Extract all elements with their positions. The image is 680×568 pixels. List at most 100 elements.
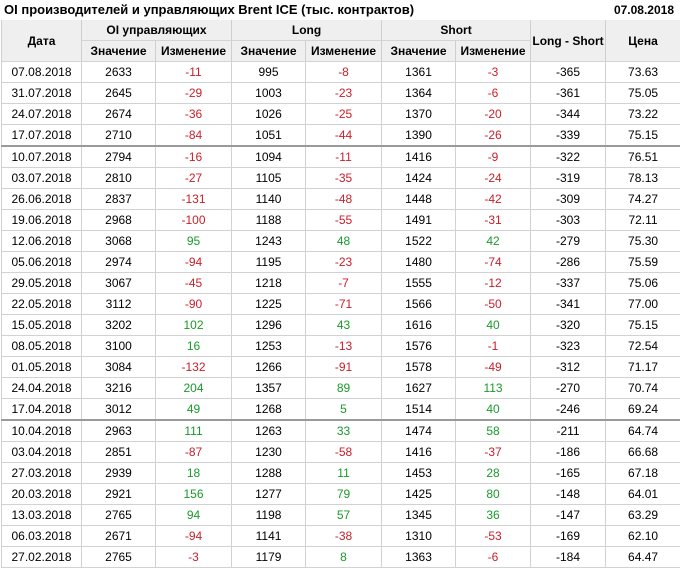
oi-value-cell: 2837 xyxy=(82,189,156,210)
price-cell: 69.24 xyxy=(606,399,680,421)
short-change-cell: -74 xyxy=(456,252,531,273)
oi-change-cell: -45 xyxy=(156,273,232,294)
long-change-cell: -44 xyxy=(306,125,382,147)
long-value-cell: 1263 xyxy=(232,420,306,442)
table-row: 03.07.20182810-271105-351424-24-31978.13 xyxy=(2,168,680,189)
long-value-cell: 1141 xyxy=(232,526,306,547)
short-change-cell: -26 xyxy=(456,125,531,147)
oi-value-cell: 2765 xyxy=(82,505,156,526)
price-cell: 75.05 xyxy=(606,83,680,104)
short-value-cell: 1514 xyxy=(382,399,456,421)
long-change-cell: 43 xyxy=(306,315,382,336)
price-cell: 72.11 xyxy=(606,210,680,231)
short-change-cell: 80 xyxy=(456,484,531,505)
short-change-cell: 40 xyxy=(456,315,531,336)
price-cell: 78.13 xyxy=(606,168,680,189)
long-value-cell: 1218 xyxy=(232,273,306,294)
table-row: 26.06.20182837-1311140-481448-42-30974.2… xyxy=(2,189,680,210)
table-row: 24.04.201832162041357891627113-27070.74 xyxy=(2,378,680,399)
short-value-cell: 1576 xyxy=(382,336,456,357)
table-row: 03.04.20182851-871230-581416-37-18666.68 xyxy=(2,442,680,463)
date-cell: 10.04.2018 xyxy=(2,420,82,442)
long-change-cell: -71 xyxy=(306,294,382,315)
long-short-cell: -186 xyxy=(531,442,606,463)
long-short-cell: -320 xyxy=(531,315,606,336)
date-cell: 05.06.2018 xyxy=(2,252,82,273)
col-header-long-change: Изменение xyxy=(306,41,382,62)
short-change-cell: -49 xyxy=(456,357,531,378)
short-value-cell: 1616 xyxy=(382,315,456,336)
long-change-cell: 11 xyxy=(306,463,382,484)
long-change-cell: 89 xyxy=(306,378,382,399)
long-short-cell: -341 xyxy=(531,294,606,315)
oi-table: Дата OI управляющих Long Short Long - Sh… xyxy=(1,20,680,568)
oi-value-cell: 2968 xyxy=(82,210,156,231)
price-cell: 64.01 xyxy=(606,484,680,505)
long-value-cell: 1094 xyxy=(232,146,306,168)
long-value-cell: 1026 xyxy=(232,104,306,125)
oi-change-cell: -90 xyxy=(156,294,232,315)
date-cell: 31.07.2018 xyxy=(2,83,82,104)
oi-value-cell: 2810 xyxy=(82,168,156,189)
oi-change-cell: -94 xyxy=(156,252,232,273)
oi-change-cell: 95 xyxy=(156,231,232,252)
price-cell: 64.47 xyxy=(606,547,680,568)
price-cell: 67.18 xyxy=(606,463,680,484)
short-change-cell: -50 xyxy=(456,294,531,315)
table-row: 12.06.2018306895124348152242-27975.30 xyxy=(2,231,680,252)
oi-change-cell: -94 xyxy=(156,526,232,547)
short-value-cell: 1364 xyxy=(382,83,456,104)
oi-change-cell: -16 xyxy=(156,146,232,168)
long-short-cell: -286 xyxy=(531,252,606,273)
date-cell: 22.05.2018 xyxy=(2,294,82,315)
date-cell: 24.07.2018 xyxy=(2,104,82,125)
short-value-cell: 1390 xyxy=(382,125,456,147)
table-body: 07.08.20182633-11995-81361-3-36573.6331.… xyxy=(2,62,680,568)
date-cell: 15.05.2018 xyxy=(2,315,82,336)
oi-change-cell: 16 xyxy=(156,336,232,357)
oi-value-cell: 2974 xyxy=(82,252,156,273)
oi-change-cell: 49 xyxy=(156,399,232,421)
long-change-cell: -23 xyxy=(306,83,382,104)
long-value-cell: 1188 xyxy=(232,210,306,231)
oi-value-cell: 2645 xyxy=(82,83,156,104)
date-cell: 07.08.2018 xyxy=(2,62,82,83)
price-cell: 76.51 xyxy=(606,146,680,168)
oi-value-cell: 3112 xyxy=(82,294,156,315)
title-bar: OI производителей и управляющих Brent IC… xyxy=(0,0,680,20)
long-change-cell: 5 xyxy=(306,399,382,421)
col-header-oi-value: Значение xyxy=(82,41,156,62)
long-value-cell: 995 xyxy=(232,62,306,83)
oi-change-cell: -87 xyxy=(156,442,232,463)
long-short-cell: -309 xyxy=(531,189,606,210)
short-value-cell: 1361 xyxy=(382,62,456,83)
long-change-cell: -25 xyxy=(306,104,382,125)
oi-value-cell: 2674 xyxy=(82,104,156,125)
oi-change-cell: -36 xyxy=(156,104,232,125)
date-cell: 10.07.2018 xyxy=(2,146,82,168)
table-row: 17.07.20182710-841051-441390-26-33975.15 xyxy=(2,125,680,147)
short-change-cell: 36 xyxy=(456,505,531,526)
short-change-cell: -6 xyxy=(456,83,531,104)
oi-value-cell: 3100 xyxy=(82,336,156,357)
table-row: 27.03.2018293918128811145328-16567.18 xyxy=(2,463,680,484)
long-value-cell: 1253 xyxy=(232,336,306,357)
long-change-cell: -8 xyxy=(306,62,382,83)
long-value-cell: 1243 xyxy=(232,231,306,252)
report-date: 07.08.2018 xyxy=(614,3,674,17)
price-cell: 71.17 xyxy=(606,357,680,378)
oi-change-cell: -131 xyxy=(156,189,232,210)
oi-value-cell: 3012 xyxy=(82,399,156,421)
short-change-cell: 58 xyxy=(456,420,531,442)
short-value-cell: 1345 xyxy=(382,505,456,526)
table-row: 15.05.20183202102129643161640-32075.15 xyxy=(2,315,680,336)
long-short-cell: -303 xyxy=(531,210,606,231)
short-change-cell: 42 xyxy=(456,231,531,252)
table-row: 20.03.20182921156127779142580-14864.01 xyxy=(2,484,680,505)
short-value-cell: 1448 xyxy=(382,189,456,210)
short-value-cell: 1453 xyxy=(382,463,456,484)
short-value-cell: 1627 xyxy=(382,378,456,399)
price-cell: 64.74 xyxy=(606,420,680,442)
short-change-cell: -37 xyxy=(456,442,531,463)
oi-value-cell: 2710 xyxy=(82,125,156,147)
